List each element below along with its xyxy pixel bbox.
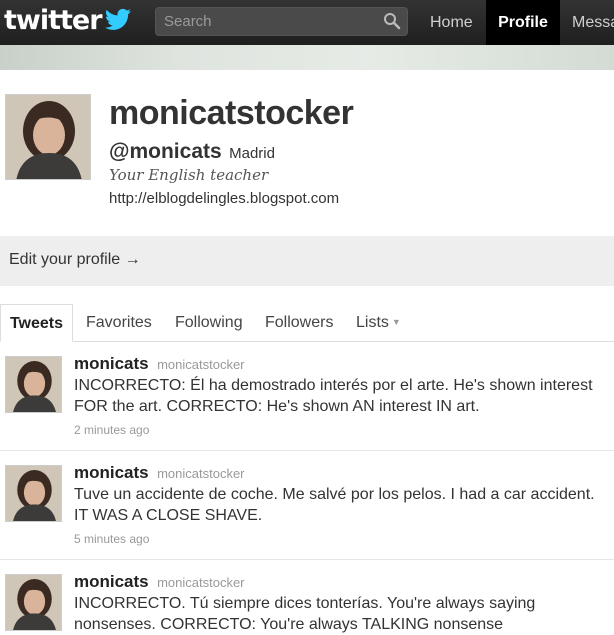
- tweet-author-screen-name: monicatstocker: [157, 575, 245, 590]
- profile-banner: [0, 45, 614, 70]
- tweet-header: monicats monicatstocker: [74, 354, 245, 374]
- logo-text: twitter: [4, 5, 103, 36]
- nav-profile[interactable]: Profile: [486, 0, 560, 45]
- tweet-header: monicats monicatstocker: [74, 463, 245, 483]
- tweet-item: monicats monicatstocker INCORRECTO. Tú s…: [0, 560, 614, 635]
- tab-following[interactable]: Following: [175, 304, 243, 341]
- nav-home[interactable]: Home: [430, 0, 473, 45]
- search-input[interactable]: [156, 8, 384, 35]
- twitter-logo[interactable]: twitter: [4, 4, 133, 38]
- tweet-timestamp[interactable]: 5 minutes ago: [74, 532, 149, 546]
- tweet-item: monicats monicatstocker Tuve un accident…: [0, 451, 614, 560]
- search-icon[interactable]: [383, 12, 401, 30]
- tweet-text: INCORRECTO: Él ha demostrado interés por…: [74, 377, 593, 415]
- profile-bio: Your English teacher: [109, 166, 269, 184]
- tab-lists[interactable]: Lists ▼: [356, 304, 401, 341]
- tweet-header: monicats monicatstocker: [74, 572, 245, 592]
- avatar-photo: [6, 95, 90, 179]
- tweet-avatar[interactable]: [5, 465, 62, 522]
- profile-handle-line: @monicats Madrid: [109, 140, 275, 164]
- search-box: [155, 7, 408, 36]
- tweet-author-name[interactable]: monicats: [74, 463, 149, 482]
- profile-handle: @monicats: [109, 140, 222, 163]
- chevron-down-icon: ▼: [391, 317, 401, 327]
- tweet-timestamp[interactable]: 2 minutes ago: [74, 423, 149, 437]
- top-bar: twitter Home Profile Messa: [0, 0, 614, 45]
- avatar-photo: [6, 575, 61, 630]
- tweet-author-name[interactable]: monicats: [74, 354, 149, 373]
- bird-icon: [104, 8, 131, 30]
- profile-header: monicatstocker @monicats Madrid Your Eng…: [0, 70, 614, 235]
- tab-lists-label: Lists: [356, 314, 389, 331]
- tweet-avatar[interactable]: [5, 356, 62, 413]
- avatar[interactable]: [5, 94, 91, 180]
- nav-messages[interactable]: Messa: [572, 0, 614, 45]
- tweet-author-screen-name: monicatstocker: [157, 357, 245, 372]
- tab-followers[interactable]: Followers: [265, 304, 333, 341]
- edit-profile-link[interactable]: Edit your profile →: [9, 251, 141, 269]
- profile-tabs: Tweets Favorites Following Followers Lis…: [0, 304, 614, 342]
- tab-tweets[interactable]: Tweets: [0, 304, 73, 342]
- tweet-item: monicats monicatstocker INCORRECTO: Él h…: [0, 342, 614, 451]
- profile-username: monicatstocker: [109, 94, 354, 132]
- tweet-author-screen-name: monicatstocker: [157, 466, 245, 481]
- tweet-avatar[interactable]: [5, 574, 62, 631]
- tab-favorites[interactable]: Favorites: [86, 304, 152, 341]
- tweet-text: Tuve un accidente de coche. Me salvé por…: [74, 486, 595, 524]
- edit-profile-bar: Edit your profile →: [0, 236, 614, 286]
- profile-location: Madrid: [229, 145, 275, 162]
- tweet-text: INCORRECTO. Tú siempre dices tonterías. …: [74, 595, 536, 633]
- avatar-photo: [6, 357, 61, 412]
- tweet-author-name[interactable]: monicats: [74, 572, 149, 591]
- profile-url[interactable]: http://elblogdelingles.blogspot.com: [109, 190, 339, 207]
- avatar-photo: [6, 466, 61, 521]
